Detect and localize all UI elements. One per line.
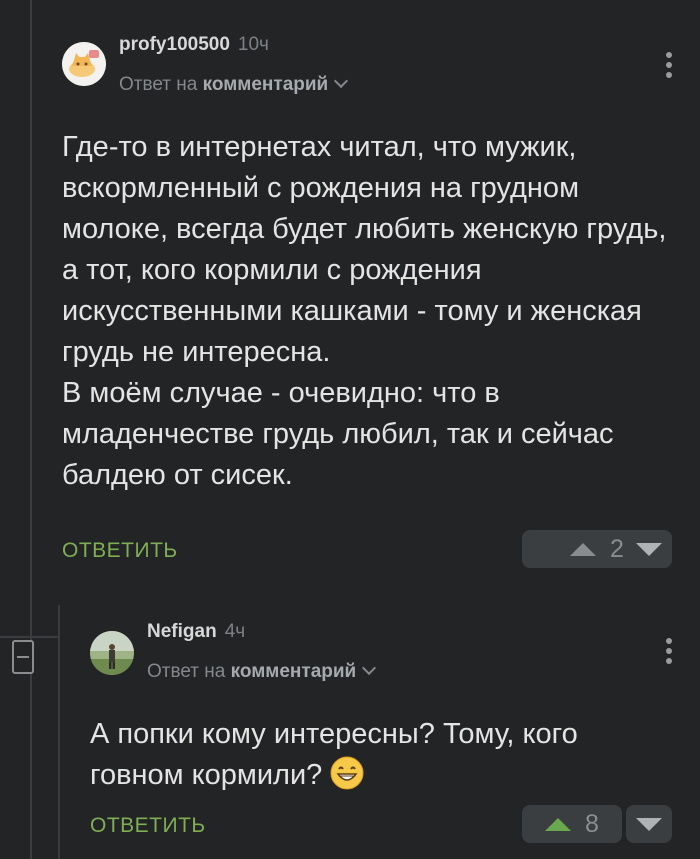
reply-target: комментарий (230, 661, 357, 682)
arrow-down-icon (636, 817, 662, 831)
arrow-up-icon (570, 542, 597, 556)
username[interactable]: profy100500 (119, 34, 230, 55)
upvote-button[interactable]: 8 (522, 805, 622, 843)
chevron-down-icon (334, 73, 349, 89)
avatar[interactable] (90, 631, 134, 675)
reply-button[interactable]: ОТВЕТИТЬ (62, 539, 178, 563)
thread-line-nested (58, 605, 60, 859)
reply-prefix: Ответ на (119, 74, 198, 95)
downvote-button[interactable] (626, 805, 672, 843)
reply-prefix: Ответ на (147, 661, 226, 682)
more-options-icon[interactable] (666, 52, 672, 82)
reply-target: комментарий (202, 74, 329, 95)
reply-to-link[interactable]: Ответ на комментарий (119, 73, 349, 96)
comment-meta: profy100500 10ч Ответ на комментарий (119, 34, 349, 96)
thread-line (30, 0, 32, 859)
reply-to-link[interactable]: Ответ на комментарий (147, 660, 377, 683)
minus-icon (17, 656, 29, 658)
timestamp: 4ч (224, 621, 246, 642)
person-photo-icon (90, 631, 134, 675)
reply-button[interactable]: ОТВЕТИТЬ (90, 814, 206, 838)
downvote-button[interactable] (626, 530, 672, 568)
score: 2 (610, 534, 624, 563)
arrow-up-icon (545, 817, 572, 831)
score: 8 (585, 809, 599, 838)
grinning-face-emoji-icon (330, 756, 364, 790)
timestamp: 10ч (237, 34, 269, 55)
arrow-down-icon (636, 542, 662, 556)
comment-text-wrapper: А попки кому интересны? Тому, кого говно… (90, 714, 650, 796)
cat-avatar-icon (62, 42, 106, 86)
chevron-down-icon (362, 660, 377, 676)
avatar[interactable] (62, 42, 106, 86)
username[interactable]: Nefigan (147, 621, 217, 642)
comment-meta: Nefigan 4ч Ответ на комментарий (147, 621, 377, 683)
thread-connector (0, 636, 58, 638)
comment-text: Где-то в интернетах читал, что мужик, вс… (62, 131, 667, 491)
more-options-icon[interactable] (666, 638, 672, 668)
collapse-thread-button[interactable] (12, 640, 34, 674)
